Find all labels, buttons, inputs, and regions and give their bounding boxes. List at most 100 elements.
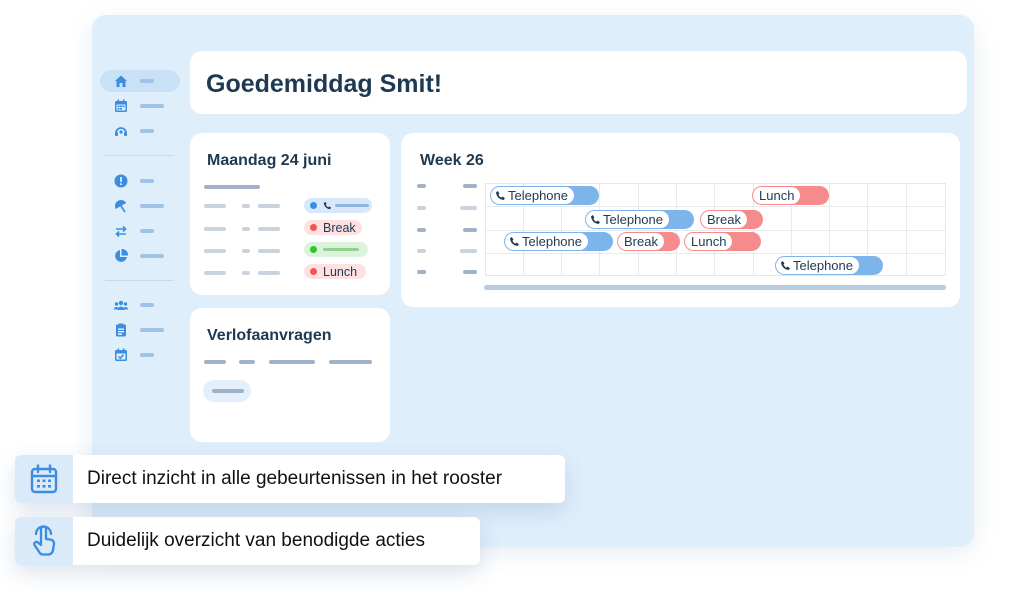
schedule-event[interactable]: Lunch [752, 186, 829, 205]
event-label: Lunch [691, 234, 727, 249]
phone-icon [496, 191, 505, 200]
shift-pill-label: Lunch [323, 264, 358, 279]
phone-icon [591, 215, 600, 224]
placeholder-line [242, 227, 250, 231]
sidebar-divider [105, 155, 173, 156]
team-icon [113, 300, 129, 310]
status-dot [310, 246, 317, 253]
shift-pill-break[interactable]: Break [304, 220, 362, 235]
sidebar-item-label [140, 328, 164, 332]
request-chip[interactable] [203, 380, 251, 402]
umbrella-icon [115, 200, 127, 213]
sidebar-item-availability[interactable] [100, 344, 180, 366]
calendar-check-icon [115, 348, 127, 361]
placeholder-line [463, 270, 477, 274]
sidebar-item-label [140, 229, 154, 233]
sidebar-item-label [140, 353, 154, 357]
pie-chart-icon [115, 248, 129, 262]
event-label: Telephone [522, 234, 582, 249]
sidebar-item-leave[interactable] [100, 195, 180, 217]
schedule-event[interactable]: Telephone [490, 186, 599, 205]
sidebar-item-label [140, 104, 164, 108]
placeholder-line [417, 184, 426, 188]
sidebar-item-label [140, 179, 154, 183]
event-label: Telephone [603, 212, 663, 227]
page-title: Goedemiddag Smit! [206, 70, 443, 98]
leave-requests-card[interactable]: Verlofaanvragen [190, 308, 390, 442]
horizontal-scrollbar[interactable] [484, 285, 946, 290]
placeholder-line [335, 204, 369, 207]
placeholder-line [417, 249, 426, 253]
sidebar-item-calendar[interactable] [100, 95, 180, 117]
placeholder-line [204, 360, 226, 364]
sidebar-item-home[interactable] [100, 70, 180, 92]
placeholder-line [204, 271, 226, 275]
day-overview-card[interactable]: Maandag 24 juni Break Lunch [190, 133, 390, 295]
callout-text: Direct inzicht in alle gebeurtenissen in… [87, 468, 503, 489]
event-label: Telephone [793, 258, 853, 273]
phone-icon [510, 237, 519, 246]
greeting-card: Goedemiddag Smit! [190, 51, 967, 114]
phone-icon [781, 261, 790, 270]
sidebar-item-swap[interactable] [100, 220, 180, 242]
leave-card-title: Verlofaanvragen [207, 327, 332, 344]
placeholder-line [258, 249, 280, 253]
week-card-title: Week 26 [420, 152, 484, 169]
calendar-icon [30, 464, 58, 494]
shift-pill-label: Break [323, 220, 356, 235]
placeholder-line [323, 248, 359, 251]
sidebar-item-team[interactable] [100, 294, 180, 316]
schedule-event[interactable]: Break [617, 232, 680, 251]
support-icon [115, 127, 127, 136]
placeholder-line [460, 206, 477, 210]
shift-pill-phone[interactable] [304, 198, 372, 213]
sidebar-item-label [140, 79, 154, 83]
sidebar-divider [105, 280, 173, 281]
schedule-event[interactable]: Telephone [585, 210, 694, 229]
schedule-event[interactable]: Lunch [684, 232, 761, 251]
status-dot [310, 202, 317, 209]
placeholder-line [463, 228, 477, 232]
phone-icon [323, 201, 332, 210]
alert-icon [114, 174, 128, 188]
placeholder-line [242, 271, 250, 275]
callout-text: Duidelijk overzicht van benodigde acties [87, 530, 425, 551]
grid-line [486, 206, 945, 207]
event-label: Break [707, 212, 741, 227]
clipboard-icon [116, 323, 126, 337]
placeholder-line [242, 249, 250, 253]
placeholder-line [269, 360, 315, 364]
calendar-icon [115, 99, 127, 112]
placeholder-line [212, 389, 244, 393]
schedule-event[interactable]: Break [700, 210, 763, 229]
shift-pill-available[interactable] [304, 242, 368, 257]
status-dot [310, 268, 317, 275]
placeholder-line [204, 227, 226, 231]
schedule-event[interactable]: Telephone [775, 256, 883, 275]
shift-pill-lunch[interactable]: Lunch [304, 264, 366, 279]
event-label: Break [624, 234, 658, 249]
sidebar-item-label [140, 129, 154, 133]
event-label: Telephone [508, 188, 568, 203]
placeholder-line [204, 204, 226, 208]
placeholder-line [417, 270, 426, 274]
sidebar-item-label [140, 254, 164, 258]
callout-icon-box [15, 455, 73, 503]
sidebar-item-support[interactable] [100, 120, 180, 142]
placeholder-line [329, 360, 372, 364]
sidebar-item-tasks[interactable] [100, 319, 180, 341]
placeholder-line [258, 227, 280, 231]
placeholder-line [417, 206, 426, 210]
placeholder-line [463, 184, 477, 188]
sidebar-item-alerts[interactable] [100, 170, 180, 192]
schedule-event[interactable]: Telephone [504, 232, 613, 251]
placeholder-line [417, 228, 426, 232]
callout-icon-box [15, 517, 73, 565]
sidebar-item-label [140, 303, 154, 307]
placeholder-line [239, 360, 255, 364]
sidebar-item-reports[interactable] [100, 245, 180, 267]
placeholder-line [460, 249, 477, 253]
placeholder-line [204, 185, 260, 189]
sidebar-item-label [140, 204, 164, 208]
day-card-title: Maandag 24 juni [207, 152, 332, 169]
